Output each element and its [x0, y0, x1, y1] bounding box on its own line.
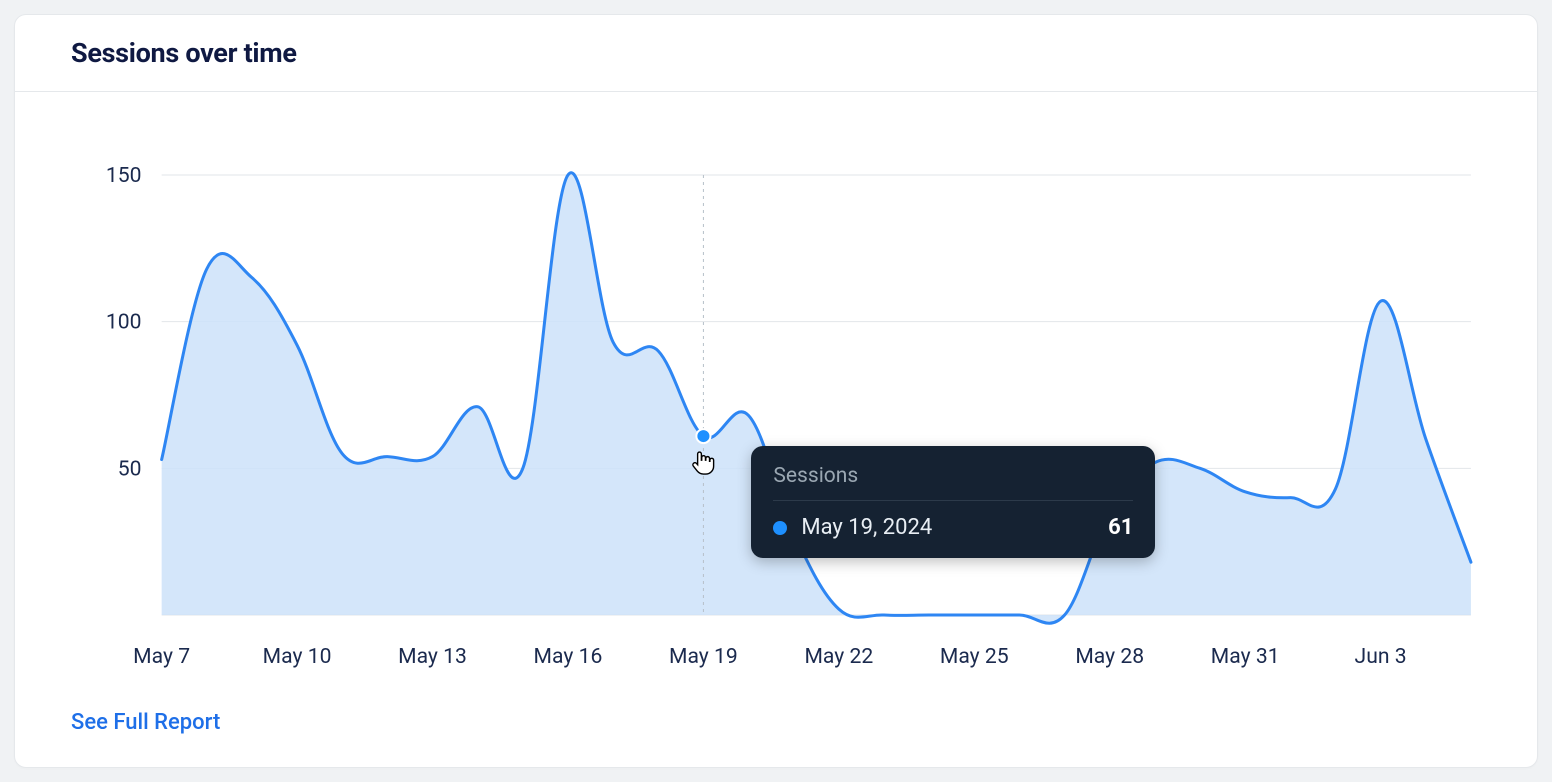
- x-tick-label: May 22: [804, 644, 873, 669]
- card-title: Sessions over time: [71, 37, 1481, 69]
- chart-tooltip: Sessions May 19, 2024 61: [751, 446, 1155, 558]
- y-tick-label: 50: [118, 456, 142, 481]
- x-tick-label: May 19: [669, 644, 738, 669]
- x-tick-label: May 10: [263, 644, 332, 669]
- x-tick-label: May 25: [940, 644, 1009, 669]
- x-tick-label: May 13: [398, 644, 467, 669]
- y-tick-label: 150: [106, 163, 142, 188]
- x-tick-label: May 7: [133, 644, 190, 669]
- hover-point: [696, 429, 710, 443]
- tooltip-divider: [773, 500, 1133, 501]
- see-full-report-link[interactable]: See Full Report: [71, 710, 220, 735]
- sessions-area-chart[interactable]: 50 100 150 May 7 May 10 May 13 May 16 May 19 May…: [71, 135, 1481, 695]
- y-tick-label: 100: [106, 310, 142, 335]
- x-tick-label: May 31: [1211, 644, 1280, 669]
- chart-area[interactable]: 50 100 150 May 7 May 10 May 13 May 16 May 19 May…: [71, 135, 1481, 695]
- tooltip-row: May 19, 2024 61: [773, 515, 1133, 540]
- tooltip-title: Sessions: [773, 464, 1133, 488]
- tooltip-date: May 19, 2024: [801, 515, 932, 540]
- series-dot-icon: [773, 521, 787, 535]
- sessions-card: Sessions over time 50 100 150 May 7 May 10 Ma…: [14, 14, 1538, 768]
- tooltip-value: 61: [1108, 515, 1133, 540]
- x-tick-label: Jun 3: [1355, 644, 1407, 669]
- x-tick-label: May 16: [534, 644, 603, 669]
- x-tick-label: May 28: [1075, 644, 1144, 669]
- card-header: Sessions over time: [15, 15, 1537, 92]
